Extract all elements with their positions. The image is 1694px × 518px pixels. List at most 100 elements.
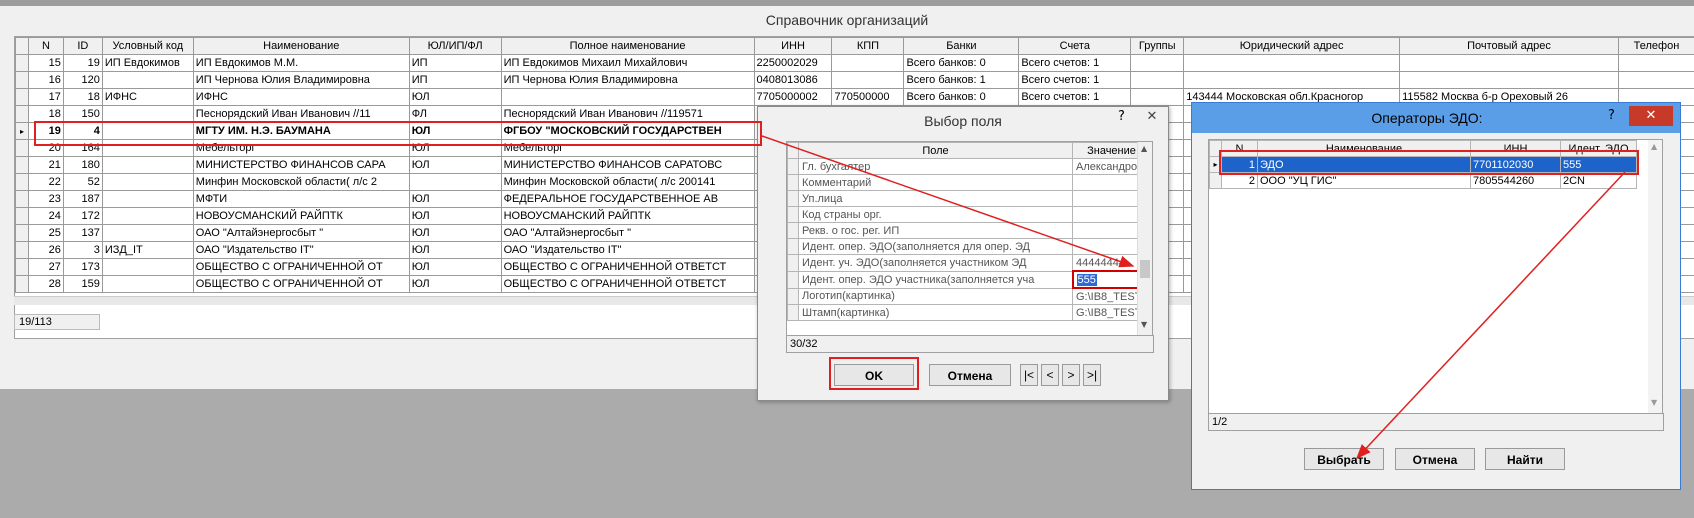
field-row[interactable]: Код страны орг. — [787, 206, 1151, 223]
field-name-cell[interactable]: Логотип(картинка) — [798, 287, 1073, 305]
row-indicator[interactable]: ▸ — [15, 122, 29, 140]
field-name-cell[interactable]: Штамп(картинка) — [798, 304, 1073, 321]
cell-type[interactable] — [408, 173, 502, 191]
cell-code[interactable] — [101, 156, 194, 174]
operator-cell-inn[interactable]: 7805544260 — [1470, 172, 1561, 189]
row-indicator[interactable] — [787, 238, 799, 255]
cell-id[interactable]: 3 — [62, 241, 103, 259]
cell-kpp[interactable] — [831, 71, 905, 89]
cell-n[interactable]: 21 — [27, 156, 64, 174]
field-name-cell[interactable]: Комментарий — [798, 174, 1073, 191]
cell-id[interactable]: 18 — [62, 88, 103, 106]
nav-prev-button[interactable]: < — [1041, 364, 1059, 386]
row-indicator[interactable] — [15, 224, 29, 242]
field-row[interactable]: Гл. бухгалтер Александров — [787, 158, 1151, 175]
cell-full[interactable] — [500, 88, 755, 106]
column-header-3[interactable]: Наименование — [192, 37, 410, 55]
cell-groups[interactable] — [1130, 54, 1185, 72]
field-row[interactable]: Штамп(картинка) G:\IB8_TEST\ — [787, 304, 1151, 321]
cell-code[interactable] — [101, 207, 194, 225]
row-indicator[interactable] — [787, 190, 799, 207]
cell-full[interactable]: Минфин Московской области( л/с 200141 — [500, 173, 755, 191]
cell-n[interactable]: 15 — [27, 54, 64, 72]
cell-type[interactable]: ЮЛ — [408, 275, 502, 293]
cell-code[interactable]: ИФНС — [101, 88, 194, 106]
row-indicator[interactable] — [15, 88, 29, 106]
column-header-name[interactable]: Наименование — [1257, 140, 1471, 157]
row-indicator[interactable] — [15, 156, 29, 174]
cell-name[interactable]: Песнорядский Иван Иванович //11 — [192, 105, 410, 123]
cell-name[interactable]: Минфин Московской области( л/с 2 — [192, 173, 410, 191]
scroll-thumb[interactable] — [1140, 260, 1150, 278]
cell-name[interactable]: ИП Чернова Юлия Владимировна — [192, 71, 410, 89]
cell-full[interactable]: НОВОУСМАНСКИЙ РАЙПТК — [500, 207, 755, 225]
row-indicator[interactable] — [15, 275, 29, 293]
cell-name[interactable]: ОБЩЕСТВО С ОГРАНИЧЕННОЙ ОТ — [192, 258, 410, 276]
cell-banks[interactable]: Всего банков: 0 — [903, 88, 1020, 106]
cell-name[interactable]: ИФНС — [192, 88, 410, 106]
cell-accounts[interactable]: Всего счетов: 1 — [1018, 88, 1132, 106]
cell-postal[interactable] — [1399, 71, 1619, 89]
cell-type[interactable]: ЮЛ — [408, 190, 502, 208]
cell-id[interactable]: 172 — [62, 207, 103, 225]
cell-code[interactable] — [101, 71, 194, 89]
cell-phone[interactable] — [1617, 71, 1694, 89]
cell-full[interactable]: МИНИСТЕРСТВО ФИНАНСОВ САРАТОВС — [500, 156, 755, 174]
cell-name[interactable]: ИП Евдокимов М.М. — [192, 54, 410, 72]
cell-type[interactable]: ЮЛ — [408, 122, 502, 140]
choose-button[interactable]: Выбрать — [1304, 448, 1384, 470]
cell-full[interactable]: ФЕДЕРАЛЬНОЕ ГОСУДАРСТВЕННОЕ АВ — [500, 190, 755, 208]
cell-code[interactable] — [101, 122, 194, 140]
cell-full[interactable]: ИП Чернова Юлия Владимировна — [500, 71, 755, 89]
operator-cell-n[interactable]: 1 — [1221, 156, 1258, 173]
cell-type[interactable]: ЮЛ — [408, 156, 502, 174]
nav-last-button[interactable]: >| — [1083, 364, 1101, 386]
row-indicator[interactable]: ▸ — [1209, 156, 1222, 173]
field-name-cell[interactable]: Идент. опер. ЭДО(заполняется для опер. Э… — [798, 238, 1073, 255]
column-header-n[interactable]: N — [1221, 140, 1258, 157]
cell-code[interactable] — [101, 190, 194, 208]
operator-cell-name[interactable]: ООО "УЦ ГИС" — [1257, 172, 1471, 189]
cancel-button[interactable]: Отмена — [1395, 448, 1475, 470]
cell-code[interactable] — [101, 258, 194, 276]
row-indicator[interactable] — [15, 54, 29, 72]
operator-cell-n[interactable]: 2 — [1221, 172, 1258, 189]
cell-kpp[interactable]: 770500000 — [831, 88, 905, 106]
column-header-inn[interactable]: ИНН — [1470, 140, 1561, 157]
cell-full[interactable]: ОБЩЕСТВО С ОГРАНИЧЕННОЙ ОТВЕТСТ — [500, 275, 755, 293]
row-indicator[interactable] — [787, 287, 799, 305]
cell-banks[interactable]: Всего банков: 1 — [903, 71, 1020, 89]
cell-code[interactable] — [101, 139, 194, 157]
field-row[interactable]: Логотип(картинка) G:\IB8_TEST\ — [787, 287, 1151, 305]
field-name-cell[interactable]: Уп.лица — [798, 190, 1073, 207]
cell-legal[interactable] — [1183, 54, 1401, 72]
cell-inn[interactable]: 0408013086 — [753, 71, 833, 89]
row-indicator[interactable] — [15, 139, 29, 157]
cell-inn[interactable]: 2250002029 — [753, 54, 833, 72]
cell-full[interactable]: Мебельторг — [500, 139, 755, 157]
cell-accounts[interactable]: Всего счетов: 1 — [1018, 71, 1132, 89]
cell-n[interactable]: 28 — [27, 275, 64, 293]
nav-next-button[interactable]: > — [1062, 364, 1080, 386]
row-indicator[interactable] — [787, 222, 799, 239]
cell-n[interactable]: 17 — [27, 88, 64, 106]
cell-code[interactable] — [101, 275, 194, 293]
ok-button[interactable]: OK — [834, 364, 914, 386]
field-row[interactable]: Идент. опер. ЭДО участника(заполняется у… — [787, 270, 1152, 289]
row-indicator[interactable] — [15, 105, 29, 123]
cell-id[interactable]: 4 — [62, 122, 103, 140]
cell-code[interactable] — [101, 105, 194, 123]
nav-first-button[interactable]: |< — [1020, 364, 1038, 386]
scroll-up-icon[interactable]: ▲ — [1141, 144, 1147, 153]
column-header-12[interactable]: Почтовый адрес — [1399, 37, 1619, 55]
operator-row[interactable]: 2 ООО "УЦ ГИС" 7805544260 2CN — [1209, 172, 1637, 189]
row-indicator[interactable] — [787, 270, 799, 289]
cell-id[interactable]: 137 — [62, 224, 103, 242]
row-indicator[interactable] — [787, 206, 799, 223]
field-name-cell[interactable]: Рекв. о гос. рег. ИП — [798, 222, 1073, 239]
cell-groups[interactable] — [1130, 71, 1185, 89]
cell-type[interactable]: ЮЛ — [408, 139, 502, 157]
cell-full[interactable]: ФГБОУ "МОСКОВСКИЙ ГОСУДАРСТВЕН — [500, 122, 755, 140]
cell-full[interactable]: Песнорядский Иван Иванович //119571 — [500, 105, 755, 123]
cell-full[interactable]: ОБЩЕСТВО С ОГРАНИЧЕННОЙ ОТВЕТСТ — [500, 258, 755, 276]
